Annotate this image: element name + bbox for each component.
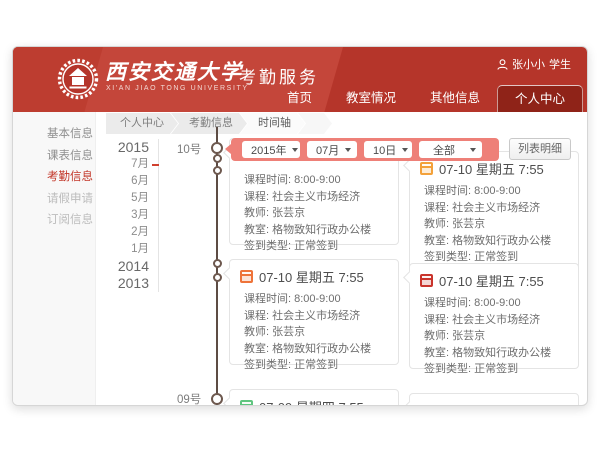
attendance-card: 07-10 星期五 7:55 课程时间: 8:00-9:00 课程: 社会主义市…: [229, 259, 399, 365]
breadcrumb-attendance-info[interactable]: 考勤信息: [171, 113, 247, 134]
user-name: 张小小: [512, 56, 545, 72]
timeline-dot: [211, 393, 223, 405]
attendance-card: 07-09 星期四 7:55: [229, 389, 399, 406]
month-select[interactable]: 07月: [307, 141, 357, 158]
card-title: 07-10 星期五 7:55: [439, 159, 544, 178]
chevron-down-icon: [345, 148, 351, 152]
timeline-year-2015[interactable]: 2015: [71, 139, 149, 156]
attendance-card: 07-10 星期五 7:55 课程时间: 8:00-9:00 课程: 社会主义市…: [409, 151, 579, 273]
timeline-month-jul[interactable]: 7月: [71, 156, 149, 173]
card-line: 教室: 格物致知行政办公楼: [424, 345, 570, 362]
card-line: 教师: 张芸京: [244, 324, 390, 341]
card-title: 07-10 星期五 7:55: [259, 267, 364, 286]
university-name-en: XI'AN JIAO TONG UNIVERSITY: [106, 85, 249, 92]
timeline-day-label-09: 09号: [177, 391, 201, 406]
timeline-day-label-10: 10号: [177, 141, 201, 157]
university-logo-icon: [57, 58, 99, 100]
date-filter-bar: 2015年 07月 10日 全部: [231, 138, 499, 161]
timeline-dot: [213, 273, 222, 282]
chevron-down-icon: [402, 148, 408, 152]
card-line: 课程时间: 8:00-9:00: [424, 295, 570, 312]
stamp-red-icon: [420, 274, 433, 287]
nav-item-personal-center[interactable]: 个人中心: [497, 85, 583, 112]
card-line: 教室: 格物致知行政办公楼: [424, 233, 570, 250]
list-detail-button[interactable]: 列表明细: [509, 138, 571, 160]
card-line: 课程: 社会主义市场经济: [424, 312, 570, 329]
card-line: 课程时间: 8:00-9:00: [244, 291, 390, 308]
type-select[interactable]: 全部: [419, 141, 482, 158]
card-line: 课程: 社会主义市场经济: [424, 200, 570, 217]
breadcrumb: 个人中心 考勤信息 时间轴: [106, 113, 332, 134]
attendance-card: [409, 393, 579, 406]
card-line: 签到类型: 正常签到: [424, 361, 570, 378]
timeline-dot: [213, 166, 222, 175]
nav-item-other-info[interactable]: 其他信息: [413, 85, 497, 112]
app-header: 西安交通大学 XI'AN JIAO TONG UNIVERSITY 考勤服务 张…: [13, 47, 587, 112]
calendar-vermilion-icon: [240, 270, 253, 283]
university-name: 西安交通大学: [105, 56, 243, 86]
timeline-dot: [211, 142, 223, 154]
card-line: 课程时间: 8:00-9:00: [424, 183, 570, 200]
nav-item-classrooms[interactable]: 教室情况: [329, 85, 413, 112]
timeline-dot: [213, 154, 222, 163]
attendance-card: 07-10 星期五 7:55 课程时间: 8:00-9:00 课程: 社会主义市…: [409, 263, 579, 369]
card-line: 教师: 张芸京: [424, 328, 570, 345]
user-role: 学生: [549, 56, 571, 72]
card-line: 签到类型: 正常签到: [244, 357, 390, 374]
card-line: 教师: 张芸京: [244, 205, 390, 222]
card-line: 教室: 格物致知行政办公楼: [244, 222, 390, 239]
timeline-year-2013[interactable]: 2013: [71, 275, 149, 292]
timeline-month-mar[interactable]: 3月: [71, 207, 149, 224]
card-line: 课程: 社会主义市场经济: [244, 308, 390, 325]
year-select[interactable]: 2015年: [242, 141, 300, 158]
card-line: 教师: 张芸京: [424, 216, 570, 233]
breadcrumb-timeline[interactable]: 时间轴: [240, 113, 305, 134]
main-nav: 首页 教室情况 其他信息 个人中心: [270, 85, 583, 112]
card-line: 签到类型: 正常签到: [244, 238, 390, 255]
timeline-month-jun[interactable]: 6月: [71, 173, 149, 190]
chevron-down-icon: [470, 148, 476, 152]
timeline-month-may[interactable]: 5月: [71, 190, 149, 207]
user-menu[interactable]: 张小小 学生: [497, 56, 571, 72]
card-line: 课程时间: 8:00-9:00: [244, 172, 390, 189]
timeline-month-jan[interactable]: 1月: [71, 241, 149, 258]
person-icon: [497, 59, 508, 70]
card-title: 07-09 星期四 7:55: [259, 397, 364, 406]
timeline-year-2014[interactable]: 2014: [71, 258, 149, 275]
day-select[interactable]: 10日: [364, 141, 412, 158]
nav-item-home[interactable]: 首页: [270, 85, 329, 112]
chevron-down-icon: [292, 148, 298, 152]
app-window: 西安交通大学 XI'AN JIAO TONG UNIVERSITY 考勤服务 张…: [12, 46, 588, 406]
breadcrumb-personal-center[interactable]: 个人中心: [106, 113, 178, 134]
calendar-orange-icon: [420, 162, 433, 175]
calendar-green-icon: [240, 400, 253, 406]
card-line: 教室: 格物致知行政办公楼: [244, 341, 390, 358]
card-line: 课程: 社会主义市场经济: [244, 189, 390, 206]
timeline-year-nav: 2015 7月 6月 5月 3月 2月 1月 2014 2013: [71, 139, 159, 292]
timeline-month-feb[interactable]: 2月: [71, 224, 149, 241]
timeline-dot: [213, 259, 222, 268]
card-title: 07-10 星期五 7:55: [439, 271, 544, 290]
current-month-marker: [152, 164, 159, 166]
